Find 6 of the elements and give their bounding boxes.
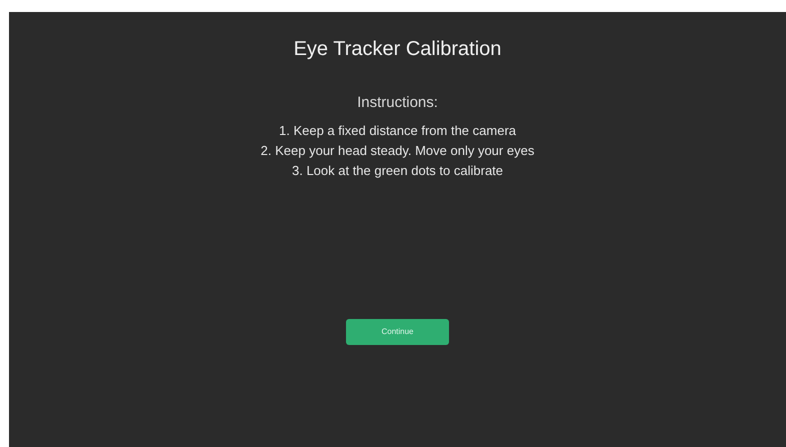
instructions-heading: Instructions: xyxy=(357,94,438,112)
instruction-step: 1. Keep a fixed distance from the camera xyxy=(278,121,516,141)
instruction-step: 2. Keep your head steady. Move only your eyes xyxy=(260,141,534,161)
page-title: Eye Tracker Calibration xyxy=(294,37,502,61)
instruction-step: 3. Look at the green dots to calibrate xyxy=(292,161,504,181)
continue-button[interactable]: Continue xyxy=(346,319,449,345)
